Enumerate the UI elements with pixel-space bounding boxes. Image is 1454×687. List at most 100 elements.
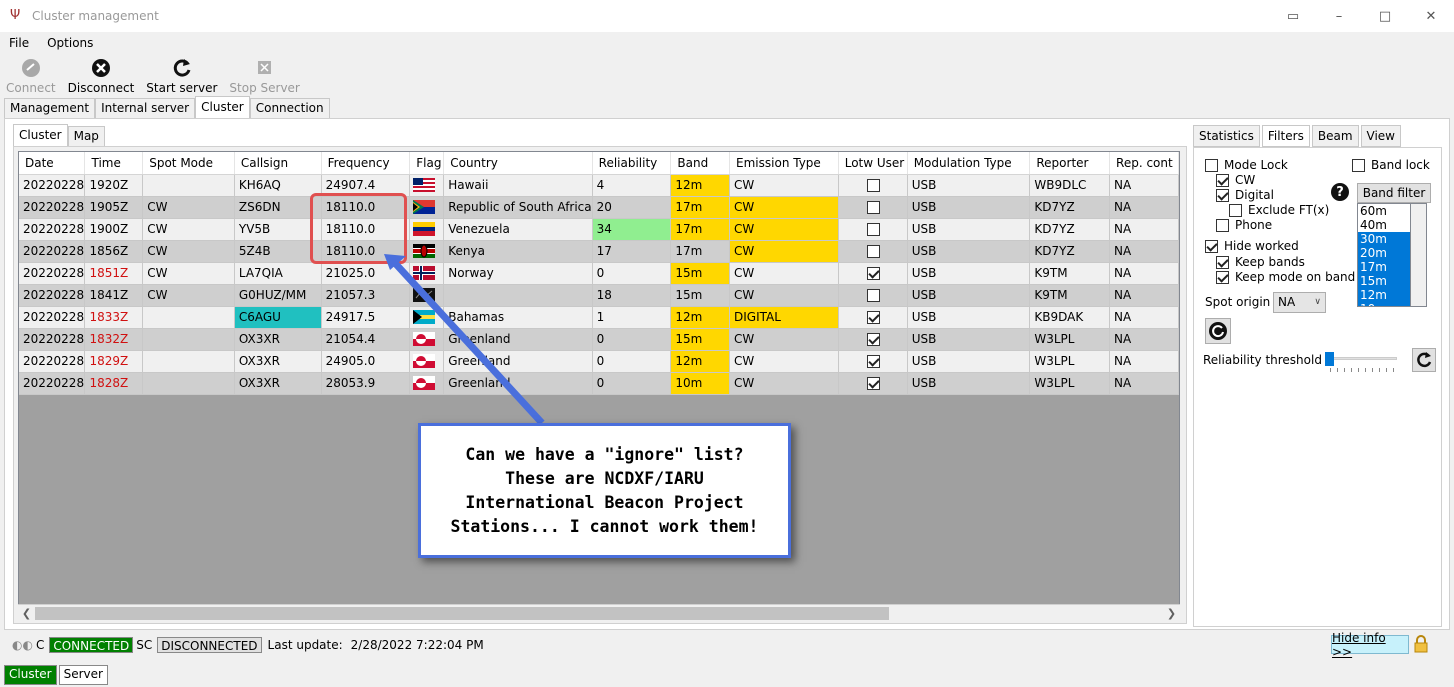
cw-checkbox[interactable]: CW	[1216, 173, 1255, 187]
digital-checkbox[interactable]: Digital	[1216, 188, 1274, 202]
lotw-cell	[838, 174, 908, 197]
band-cell: 10m	[670, 372, 731, 395]
connect-button[interactable]: Connect	[0, 55, 62, 95]
scroll-left-icon[interactable]: ❮	[18, 605, 35, 622]
lotw-checkbox[interactable]	[866, 223, 880, 236]
tab-connection[interactable]: Connection	[249, 98, 330, 118]
hide-info-button[interactable]: Hide info >>	[1331, 631, 1409, 659]
lock-icon[interactable]	[1413, 635, 1429, 653]
time-cell: 1829Z	[84, 350, 144, 373]
table-row[interactable]: 20220228 1841Z CW G0HUZ/MM 21057.3 18 15m CW USB…	[19, 284, 1179, 307]
band-list[interactable]: 60m40m30m20m17m15m12m10m	[1357, 203, 1411, 307]
tab-map[interactable]: Map	[67, 126, 105, 146]
disconnect-button[interactable]: Disconnect	[62, 55, 141, 95]
tab-view[interactable]: View	[1360, 125, 1401, 147]
band-list-item[interactable]: 17m	[1358, 260, 1410, 274]
maximize-button[interactable]: □	[1362, 0, 1408, 32]
start-server-button[interactable]: Start server	[140, 55, 223, 95]
column-header[interactable]: Time	[84, 152, 144, 175]
table-row[interactable]: 20220228 1920Z KH6AQ 24907.4 Hawaii 4 12m CW USB…	[19, 174, 1179, 197]
menu-file[interactable]: File	[0, 36, 38, 50]
band-filter-button[interactable]: Band filter	[1357, 183, 1431, 203]
spot-origin-select[interactable]: NA ∨	[1273, 292, 1326, 313]
rep-cont-cell: NA	[1109, 218, 1179, 241]
tab-cluster[interactable]: Cluster	[195, 96, 250, 118]
table-row[interactable]: 20220228 1856Z CW 5Z4B 18110.0 Kenya 17 17m CW US…	[19, 240, 1179, 263]
band-list-item[interactable]: 15m	[1358, 274, 1410, 288]
mode-lock-checkbox[interactable]: Mode Lock	[1205, 158, 1288, 172]
keep-mode-checkbox[interactable]: Keep mode on band	[1216, 270, 1355, 284]
apply-filter-button[interactable]	[1205, 318, 1231, 344]
emission-cell: CW	[729, 218, 839, 241]
tab-management[interactable]: Management	[4, 98, 96, 118]
tab-filters[interactable]: Filters	[1261, 125, 1310, 147]
scroll-thumb[interactable]	[35, 607, 889, 620]
column-header[interactable]: Callsign	[234, 152, 322, 175]
column-header[interactable]: Spot Mode	[142, 152, 235, 175]
table-row[interactable]: 20220228 1833Z C6AGU 24917.5 Bahamas 1 12m DIGI…	[19, 306, 1179, 329]
table-row[interactable]: 20220228 1828Z OX3XR 28053.9 Greenland 0 10m CW…	[19, 372, 1179, 395]
lotw-checkbox[interactable]	[866, 179, 880, 192]
band-list-item[interactable]: 20m	[1358, 246, 1410, 260]
lotw-checkbox[interactable]	[866, 311, 880, 324]
column-header[interactable]: Flag	[409, 152, 445, 175]
table-row[interactable]: 20220228 1829Z OX3XR 24905.0 Greenland 0 12m CW…	[19, 350, 1179, 373]
horizontal-scrollbar[interactable]: ❮ ❯	[18, 604, 1180, 621]
keep-bands-checkbox[interactable]: Keep bands	[1216, 255, 1305, 269]
snap-icon[interactable]: ▭	[1270, 0, 1316, 32]
table-row[interactable]: 20220228 1832Z OX3XR 21054.4 Greenland 0 15m CW…	[19, 328, 1179, 351]
lotw-checkbox[interactable]	[866, 377, 880, 390]
minimize-button[interactable]: –	[1316, 0, 1362, 32]
bottom-tab-cluster[interactable]: Cluster	[4, 665, 57, 685]
column-header[interactable]: Reporter	[1029, 152, 1111, 175]
band-list-item[interactable]: 12m	[1358, 288, 1410, 302]
close-button[interactable]: ✕	[1408, 0, 1454, 32]
column-header[interactable]: Modulation Type	[907, 152, 1031, 175]
tab-beam[interactable]: Beam	[1311, 125, 1359, 147]
connected-badge: CONNECTED	[49, 637, 134, 653]
hide-worked-checkbox[interactable]: Hide worked	[1205, 239, 1299, 253]
lotw-checkbox[interactable]	[866, 333, 880, 346]
lotw-checkbox[interactable]	[866, 201, 880, 214]
exclude-ft-checkbox[interactable]: Exclude FT(x)	[1229, 203, 1329, 217]
column-header[interactable]: Date	[19, 152, 86, 175]
bottom-tab-server[interactable]: Server	[58, 665, 108, 685]
reliability-slider[interactable]	[1325, 352, 1397, 366]
table-row[interactable]: 20220228 1851Z CW LA7QIA 21025.0 Norway 0 15m CW…	[19, 262, 1179, 285]
column-header[interactable]: Band	[670, 152, 731, 175]
column-header[interactable]: Reliability	[592, 152, 672, 175]
column-header[interactable]: Lotw User	[838, 152, 908, 175]
callsign-cell: ZS6DN	[234, 196, 322, 219]
band-list-item[interactable]: 30m	[1358, 232, 1410, 246]
modulation-cell: USB	[907, 218, 1031, 241]
lotw-checkbox[interactable]	[866, 245, 880, 258]
tab-statistics[interactable]: Statistics	[1193, 125, 1260, 147]
tab-cluster-sub[interactable]: Cluster	[13, 124, 68, 146]
band-lock-checkbox[interactable]: Band lock	[1352, 158, 1430, 172]
scroll-right-icon[interactable]: ❯	[1163, 605, 1180, 622]
callsign-cell: 5Z4B	[234, 240, 322, 263]
slider-knob[interactable]	[1325, 352, 1334, 366]
band-list-item[interactable]: 40m	[1358, 218, 1410, 232]
lotw-checkbox[interactable]	[866, 289, 880, 302]
menu-options[interactable]: Options	[38, 36, 102, 50]
column-header[interactable]: Rep. cont	[1109, 152, 1179, 175]
phone-checkbox[interactable]: Phone	[1216, 218, 1272, 232]
band-list-scrollbar[interactable]	[1411, 203, 1427, 307]
column-header[interactable]: Emission Type	[729, 152, 839, 175]
column-header[interactable]: Country	[443, 152, 593, 175]
reset-threshold-button[interactable]	[1412, 348, 1436, 372]
stop-server-button[interactable]: Stop Server	[223, 55, 305, 95]
lotw-checkbox[interactable]	[866, 355, 880, 368]
emission-cell: CW	[729, 174, 839, 197]
hawaii-flag	[413, 178, 436, 193]
lotw-checkbox[interactable]	[866, 267, 880, 280]
band-list-item[interactable]: 60m	[1358, 204, 1410, 218]
band-list-item[interactable]: 10m	[1358, 302, 1410, 306]
table-row[interactable]: 20220228 1900Z CW YV5B 18110.0 Venezuela 34 17m…	[19, 218, 1179, 241]
time-cell: 1920Z	[84, 174, 144, 197]
tab-internal-server[interactable]: Internal server	[95, 98, 196, 118]
table-row[interactable]: 20220228 1905Z CW ZS6DN 18110.0 Republic of S…	[19, 196, 1179, 219]
column-header[interactable]: Frequency	[321, 152, 411, 175]
help-icon[interactable]: ?	[1331, 183, 1349, 201]
